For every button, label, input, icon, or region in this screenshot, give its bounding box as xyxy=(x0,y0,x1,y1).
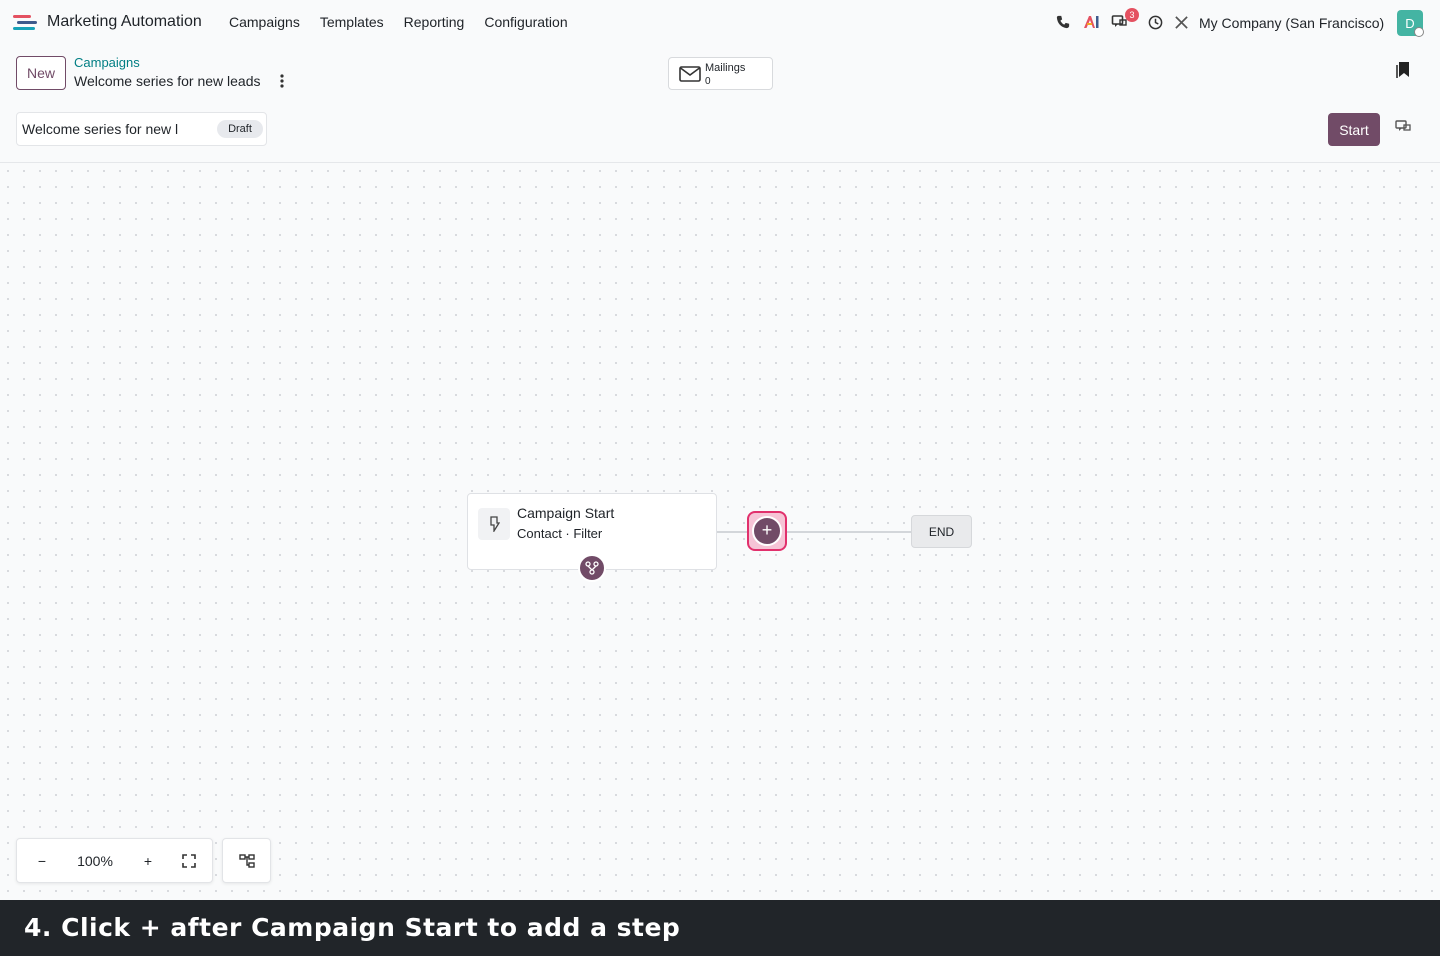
menu-templates[interactable]: Templates xyxy=(320,14,384,30)
status-badge: Draft xyxy=(217,120,263,138)
tools-icon[interactable] xyxy=(1169,10,1193,34)
add-step-button[interactable]: + xyxy=(747,511,787,551)
menu-campaigns[interactable]: Campaigns xyxy=(229,14,300,30)
clock-icon[interactable] xyxy=(1143,10,1167,34)
branch-icon[interactable] xyxy=(578,554,606,582)
auto-layout-icon[interactable] xyxy=(222,838,271,883)
menu-reporting[interactable]: Reporting xyxy=(404,14,465,30)
tutorial-caption: 4. Click + after Campaign Start to add a… xyxy=(0,900,1440,956)
fit-screen-icon[interactable] xyxy=(177,839,201,882)
messages-badge: 3 xyxy=(1125,8,1139,22)
zoom-in-button[interactable]: + xyxy=(135,839,161,882)
mailings-label: Mailings xyxy=(705,62,746,74)
phone-icon[interactable] xyxy=(1051,10,1075,34)
zoom-level: 100% xyxy=(77,852,113,869)
caption-text: 4. Click + after Campaign Start to add a… xyxy=(24,913,681,942)
node-title: Campaign Start xyxy=(517,505,615,521)
plus-icon[interactable]: + xyxy=(752,516,782,546)
chatter-icon[interactable] xyxy=(1395,120,1411,139)
breadcrumb-campaigns[interactable]: Campaigns xyxy=(74,55,140,70)
ai-icon[interactable] xyxy=(1080,10,1104,34)
bookmark-icon[interactable] xyxy=(1396,61,1410,84)
app-name[interactable]: Marketing Automation xyxy=(47,13,202,31)
node-subtitle: Contact · Filter xyxy=(517,526,603,541)
record-title: Welcome series for new leads xyxy=(74,73,261,89)
end-node: END xyxy=(911,515,972,548)
trigger-icon xyxy=(478,508,510,540)
main-menu: Campaigns Templates Reporting Configurat… xyxy=(229,14,568,30)
zoom-out-button[interactable]: − xyxy=(29,839,55,882)
actions-kebab-icon[interactable] xyxy=(274,72,290,90)
campaign-name-field[interactable]: Welcome series for new l Draft xyxy=(16,112,267,146)
status-dot xyxy=(1414,27,1424,37)
start-button[interactable]: Start xyxy=(1328,113,1380,146)
campaign-name-value[interactable]: Welcome series for new l xyxy=(22,121,202,137)
menu-configuration[interactable]: Configuration xyxy=(484,14,567,30)
company-switcher[interactable]: My Company (San Francisco) xyxy=(1199,15,1384,31)
mailings-smart-button[interactable]: Mailings 0 xyxy=(668,57,773,90)
mailings-count: 0 xyxy=(705,76,711,87)
new-button[interactable]: New xyxy=(16,56,66,90)
app-logo-icon[interactable] xyxy=(12,12,40,32)
envelope-icon xyxy=(679,66,701,82)
zoom-toolbar: − 100% + xyxy=(16,838,213,883)
top-navbar: Marketing Automation Campaigns Templates… xyxy=(0,0,1440,46)
